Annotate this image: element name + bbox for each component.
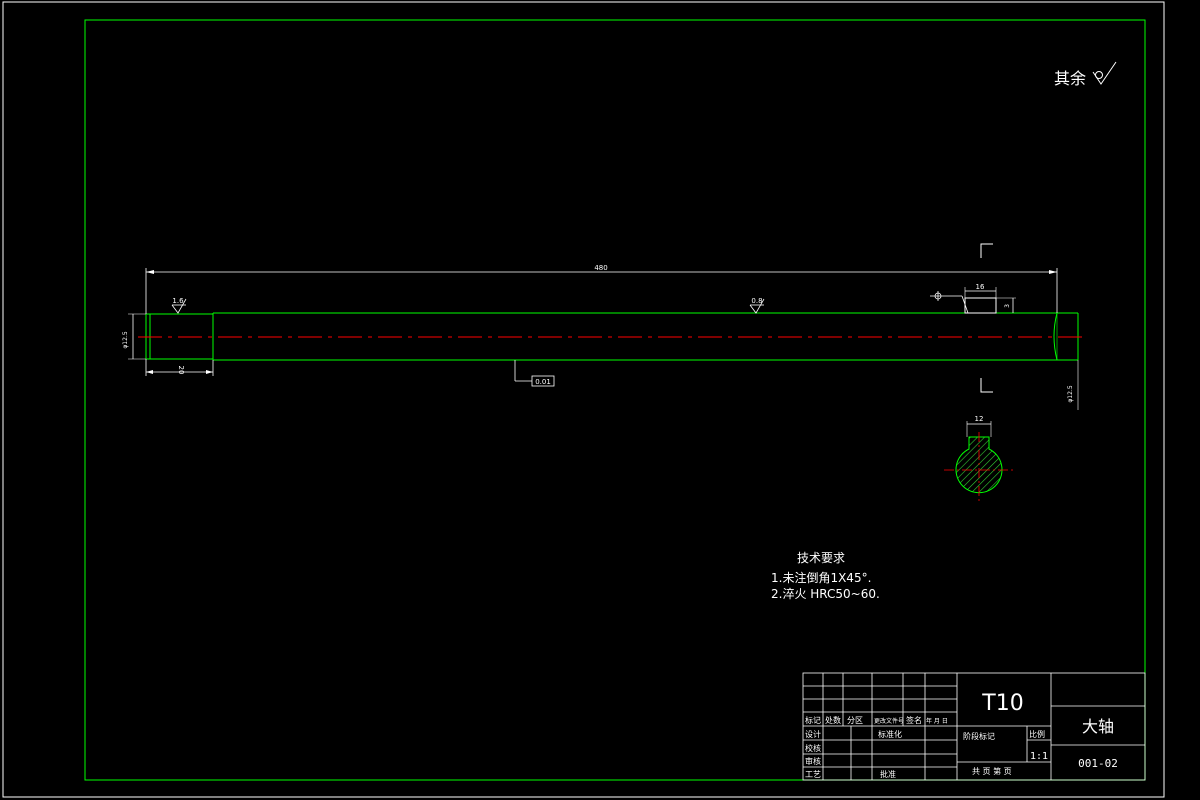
rev-header-4: 签名 (906, 715, 922, 725)
surface-note-text: 其余 (1054, 69, 1086, 88)
process-label: 工艺 (805, 770, 821, 779)
roughness-left-value: 1.6 (172, 297, 184, 305)
scale-value: 1:1 (1030, 751, 1048, 762)
roughness-middle: 0.8 (749, 297, 765, 314)
overall-length-value: 480 (594, 264, 607, 272)
standard-label: 标准化 (878, 729, 902, 739)
review-label: 审核 (805, 756, 821, 766)
section-cut-markers (980, 243, 993, 393)
roughness-middle-value: 0.8 (751, 297, 762, 305)
tech-req-title: 技术要求 (797, 551, 845, 565)
dim-right-diameter: φ12.5 (1067, 360, 1079, 410)
design-label: 设计 (805, 729, 821, 739)
roughness-left: 1.6 (171, 297, 187, 314)
pages-label: 共 页 第 页 (972, 766, 1012, 776)
rev-header-0: 标记 (805, 715, 821, 725)
dim-left-step: 20 (145, 359, 214, 376)
tolerance-callout: 0.01 (514, 360, 555, 387)
tech-req-item1: 1.未注倒角1X45°. (771, 570, 871, 585)
rev-header-5: 年 月 日 (926, 717, 948, 725)
right-diameter-value: φ12.5 (1067, 385, 1074, 403)
surface-finish-note: 其余 (1054, 61, 1117, 88)
drawing-number: 001-02 (1078, 757, 1118, 770)
keyway-length-value: 16 (976, 283, 985, 291)
rev-header-2: 分区 (847, 716, 863, 725)
rev-header-3: 更改文件号 (874, 717, 904, 725)
part-name: 大轴 (1082, 717, 1114, 736)
keyway-depth-value: 3 (1004, 304, 1011, 308)
dim-overall-length: 480 (145, 264, 1058, 314)
sheet-outer-border (2, 1, 1165, 798)
left-step-value: 20 (177, 366, 185, 375)
section-width-value: 12 (975, 415, 984, 423)
left-diameter-value: φ12.5 (122, 331, 129, 349)
technical-requirements: 技术要求 1.未注倒角1X45°. 2.淬火 HRC50~60. (771, 551, 880, 601)
scale-label: 比例 (1029, 729, 1045, 739)
material-text: T10 (981, 691, 1023, 716)
tolerance-value: 0.01 (535, 378, 551, 386)
rev-header-1: 处数 (825, 715, 841, 725)
approve-label: 批准 (880, 769, 896, 779)
check-label: 校核 (805, 743, 821, 753)
title-block-text: 标记 处数 分区 更改文件号 签名 年 月 日 设计 标准化 校核 审核 工艺 … (805, 691, 1118, 779)
stage-label: 阶段标记 (963, 731, 995, 741)
drawing-frame (84, 19, 1146, 781)
cross-section: 12 (944, 415, 1015, 503)
drawing-canvas: 其余 480 20 φ12.5 φ12.5 1.6 0.8 16 3 0.01 … (2, 1, 1165, 798)
shaft (145, 297, 1079, 361)
tech-req-item2: 2.淬火 HRC50~60. (771, 586, 880, 601)
